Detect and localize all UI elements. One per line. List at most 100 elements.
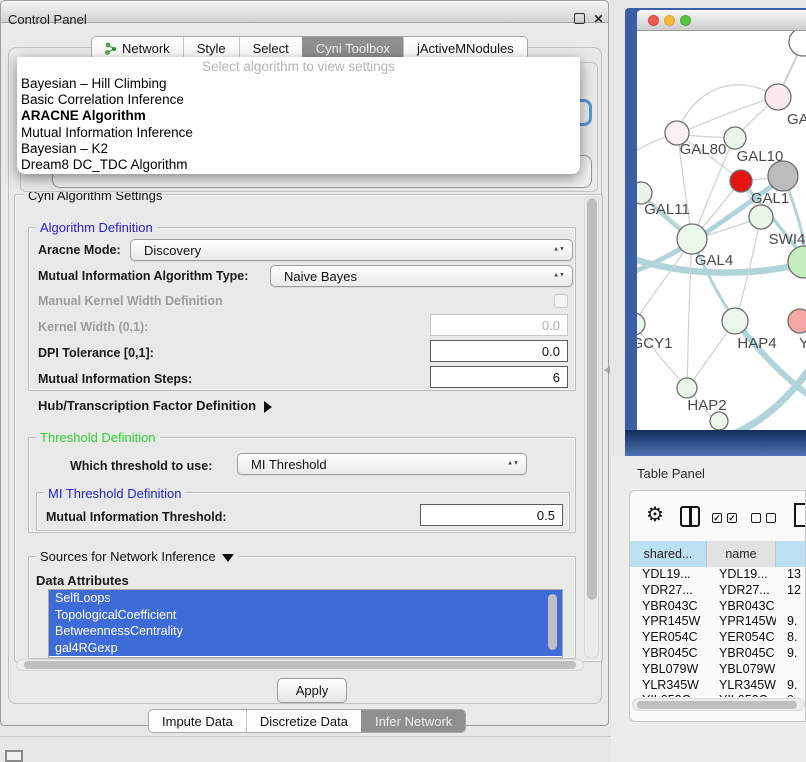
column-header-shared[interactable]: shared... [630, 541, 707, 567]
traffic-light-zoom[interactable] [680, 15, 691, 26]
algorithm-option-bayesian-k2[interactable]: Bayesian – K2 [17, 141, 580, 157]
column-header-col2[interactable] [776, 541, 806, 567]
algorithm-dropdown-popup: Select algorithm to view settings Bayesi… [17, 57, 580, 174]
settings-hscrollbar-thumb[interactable] [24, 661, 576, 669]
kernel-width-field[interactable]: 0.0 [430, 314, 568, 336]
mi-type-value: Naive Bayes [284, 269, 357, 284]
table-cell: YBR043C [719, 599, 776, 613]
mi-type-label: Mutual Information Algorithm Type: [38, 269, 248, 283]
graph-edge[interactable] [677, 97, 777, 134]
mi-steps-field[interactable]: 6 [430, 366, 568, 388]
graph-node[interactable] [730, 170, 752, 192]
aracne-mode-combo[interactable]: Discovery ▲▼ [130, 239, 573, 261]
network-canvas[interactable]: GALGAL80GAL10GAL1GAL11SWI4GAL4GCY1HAP4YH… [637, 31, 806, 430]
dpi-tolerance-field[interactable]: 0.0 [430, 340, 568, 362]
network-window-titlebar[interactable] [637, 10, 806, 31]
tab-style[interactable]: Style [183, 37, 239, 59]
deselect-all-icon[interactable] [751, 513, 761, 523]
table-row[interactable]: YDL19...YDL19...13 [630, 567, 806, 583]
attributes-scrollbar-thumb[interactable] [548, 594, 557, 650]
table-row[interactable]: YIL052CYIL052C9 [630, 693, 806, 697]
graph-node[interactable] [722, 308, 748, 334]
table-hscrollbar-thumb[interactable] [637, 701, 797, 709]
table-row[interactable]: YER054CYER054C8. [630, 630, 806, 646]
manual-kernel-checkbox[interactable] [554, 294, 568, 308]
algorithm-option-basic-correlation-inference[interactable]: Basic Correlation Inference [17, 92, 580, 108]
close-window-icon[interactable]: ✕ [592, 13, 605, 26]
tab-impute-data[interactable]: Impute Data [149, 710, 246, 732]
attribute-item-gal4rgexp[interactable]: gal4RGexp [49, 640, 562, 657]
graph-edge[interactable] [725, 361, 806, 430]
graph-node[interactable] [789, 31, 806, 56]
control-panel-titlebar [0, 0, 609, 23]
algorithm-option-bayesian-hill-climbing[interactable]: Bayesian – Hill Climbing [17, 76, 580, 92]
hub-definition-toggle[interactable]: Hub/Transcription Factor Definition [38, 398, 272, 413]
data-attributes-label: Data Attributes [36, 573, 129, 588]
traffic-light-close[interactable] [648, 15, 659, 26]
data-attributes-list[interactable]: SelfLoopsTopologicalCoefficientBetweenne… [48, 589, 563, 658]
which-threshold-combo[interactable]: MI Threshold ▲▼ [237, 453, 527, 475]
sources-group-title[interactable]: Sources for Network Inference [36, 549, 238, 564]
table-cell: 9. [787, 614, 806, 628]
graph-node[interactable] [677, 224, 707, 254]
table-row[interactable]: YBL079WYBL079W [630, 662, 806, 678]
mi-threshold-field[interactable]: 0.5 [420, 504, 563, 526]
graph-node[interactable] [749, 205, 773, 229]
tab-select[interactable]: Select [239, 37, 302, 59]
algorithm-option-dream8-dc-tdc-algorithm[interactable]: Dream8 DC_TDC Algorithm [17, 157, 580, 173]
graph-node[interactable] [710, 412, 728, 430]
table-row[interactable]: YLR345WYLR345W9. [630, 678, 806, 694]
apply-button[interactable]: Apply [277, 678, 347, 703]
tab-infer-network[interactable]: Infer Network [361, 710, 465, 732]
tab-jactivemnodules[interactable]: jActiveMNodules [403, 37, 527, 59]
graph-node[interactable] [637, 313, 645, 335]
graph-node[interactable] [768, 161, 798, 191]
minimized-panel-icon[interactable] [5, 750, 23, 762]
tab-label: Cyni Toolbox [316, 41, 390, 56]
select-all-check-icon[interactable]: ✓ [727, 513, 737, 523]
graph-edge[interactable] [689, 323, 734, 386]
cyni-mode-tabbar: Impute DataDiscretize DataInfer Network [148, 709, 466, 733]
node-label-gcy1: GCY1 [637, 335, 672, 352]
graph-node[interactable] [765, 84, 791, 110]
page-icon[interactable] [794, 503, 806, 527]
float-window-icon[interactable] [574, 13, 585, 24]
column-header-name[interactable]: name [707, 541, 776, 567]
traffic-light-minimize[interactable] [664, 15, 675, 26]
graph-node[interactable] [788, 246, 806, 278]
deselect-all-icon[interactable] [766, 513, 776, 523]
tab-network[interactable]: Network [92, 37, 183, 59]
tab-discretize-data[interactable]: Discretize Data [246, 710, 361, 732]
table-row[interactable]: YBR045CYBR045C9. [630, 646, 806, 662]
dpi-tolerance-label: DPI Tolerance [0,1]: [38, 346, 154, 360]
graph-edge[interactable] [678, 85, 777, 131]
gear-icon[interactable]: ⚙ [646, 505, 664, 525]
algorithm-option-mutual-information-inference[interactable]: Mutual Information Inference [17, 125, 580, 141]
split-view-icon[interactable] [680, 506, 700, 527]
splitter-handle-icon[interactable] [604, 366, 610, 374]
mi-threshold-label: Mutual Information Threshold: [46, 510, 227, 524]
attribute-item-selfloops[interactable]: SelfLoops [49, 590, 562, 607]
tab-label: Network [122, 41, 170, 56]
table-cell: YBR045C [642, 646, 707, 660]
graph-edge[interactable] [637, 241, 691, 322]
graph-edge[interactable] [687, 241, 692, 386]
graph-node[interactable] [788, 309, 806, 333]
algorithm-option-aracne-algorithm[interactable]: ARACNE Algorithm [17, 108, 580, 124]
table-row[interactable]: YPR145WYPR145W9. [630, 614, 806, 630]
mi-type-combo[interactable]: Naive Bayes ▲▼ [270, 265, 573, 287]
attribute-item-betweennesscentrality[interactable]: BetweennessCentrality [49, 623, 562, 640]
select-all-check-icon[interactable]: ✓ [712, 513, 722, 523]
settings-scrollbar-thumb[interactable] [587, 198, 597, 600]
algorithm-definition-title: Algorithm Definition [36, 220, 157, 235]
node-label-gal1: GAL1 [751, 190, 789, 207]
attribute-item-topologicalcoefficient[interactable]: TopologicalCoefficient [49, 607, 562, 624]
tab-cyni-toolbox[interactable]: Cyni Toolbox [302, 37, 403, 59]
graph-node[interactable] [724, 127, 746, 149]
mi-steps-label: Mutual Information Steps: [38, 372, 192, 386]
table-row[interactable]: YDR27...YDR27...12 [630, 583, 806, 599]
threshold-definition-title: Threshold Definition [36, 430, 160, 445]
graph-node[interactable] [677, 378, 697, 398]
table-row[interactable]: YBR043CYBR043C [630, 599, 806, 615]
divider [0, 736, 611, 737]
